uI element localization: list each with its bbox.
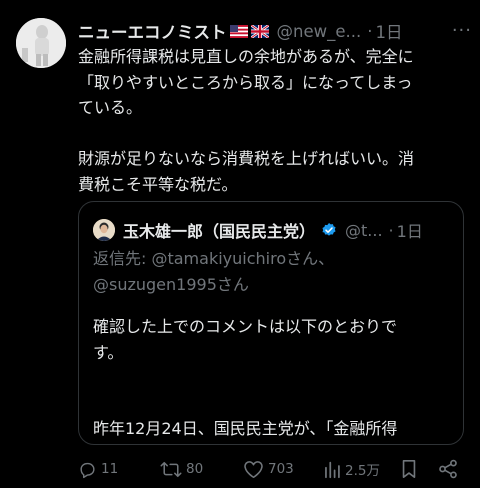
quoted-tweet-header: 玉木雄一郎（国民民主党） @t... · 1日 bbox=[93, 218, 453, 242]
us-flag-icon bbox=[229, 24, 248, 38]
like-count: 703 bbox=[268, 461, 294, 477]
author-avatar[interactable] bbox=[16, 18, 66, 68]
tweet-header: ニューエコノミスト @new_e... · 1日 bbox=[78, 18, 472, 44]
share-icon bbox=[439, 459, 457, 479]
author-name[interactable]: ニューエコノミスト bbox=[78, 19, 227, 43]
reply-icon bbox=[80, 462, 95, 478]
views-button[interactable]: 2.5万 bbox=[323, 456, 380, 482]
quoted-tweet-text: 確認した上でのコメントは以下のとおりで す。 昨年12月24日、国民民主党が、「… bbox=[93, 317, 398, 438]
author-handle[interactable]: @new_e... bbox=[277, 22, 362, 41]
uk-flag-icon bbox=[250, 24, 269, 38]
quoted-tweet[interactable]: 玉木雄一郎（国民民主党） @t... · 1日 返信先: @tamakiyuic… bbox=[78, 201, 464, 445]
separator-dot: · bbox=[388, 220, 394, 240]
quoted-author-avatar bbox=[93, 219, 115, 241]
tweet-actions: 11 80 703 2.5万 bbox=[78, 456, 468, 482]
verified-badge-icon bbox=[322, 223, 336, 236]
more-options-icon[interactable]: ··· bbox=[452, 20, 472, 41]
tweet-timestamp[interactable]: 1日 bbox=[376, 19, 403, 43]
tweet-text: 金融所得課税は見直しの余地があるが、完全に 「取りやすいところから取る」になって… bbox=[78, 47, 415, 194]
views-count: 2.5万 bbox=[345, 463, 380, 479]
retweet-icon bbox=[160, 461, 182, 477]
quoted-author-handle: @t... bbox=[345, 220, 383, 240]
reply-button[interactable]: 11 bbox=[78, 456, 118, 482]
like-button[interactable]: 703 bbox=[243, 456, 294, 482]
quoted-tweet-timestamp: 1日 bbox=[396, 222, 423, 241]
views-chart-icon bbox=[325, 461, 340, 478]
share-button[interactable] bbox=[438, 456, 462, 482]
quoted-author-name: 玉木雄一郎（国民民主党） bbox=[123, 222, 316, 241]
retweet-button[interactable]: 80 bbox=[160, 456, 203, 482]
bookmark-icon bbox=[402, 460, 416, 478]
heart-icon bbox=[244, 460, 263, 478]
separator-dot: · bbox=[367, 21, 373, 41]
bookmark-button[interactable] bbox=[400, 456, 422, 482]
reply-to-line: 返信先: @tamakiyuichiroさん、 @suzugen1995さん bbox=[93, 249, 335, 294]
retweet-count: 80 bbox=[186, 461, 204, 477]
reply-count: 11 bbox=[101, 461, 119, 477]
